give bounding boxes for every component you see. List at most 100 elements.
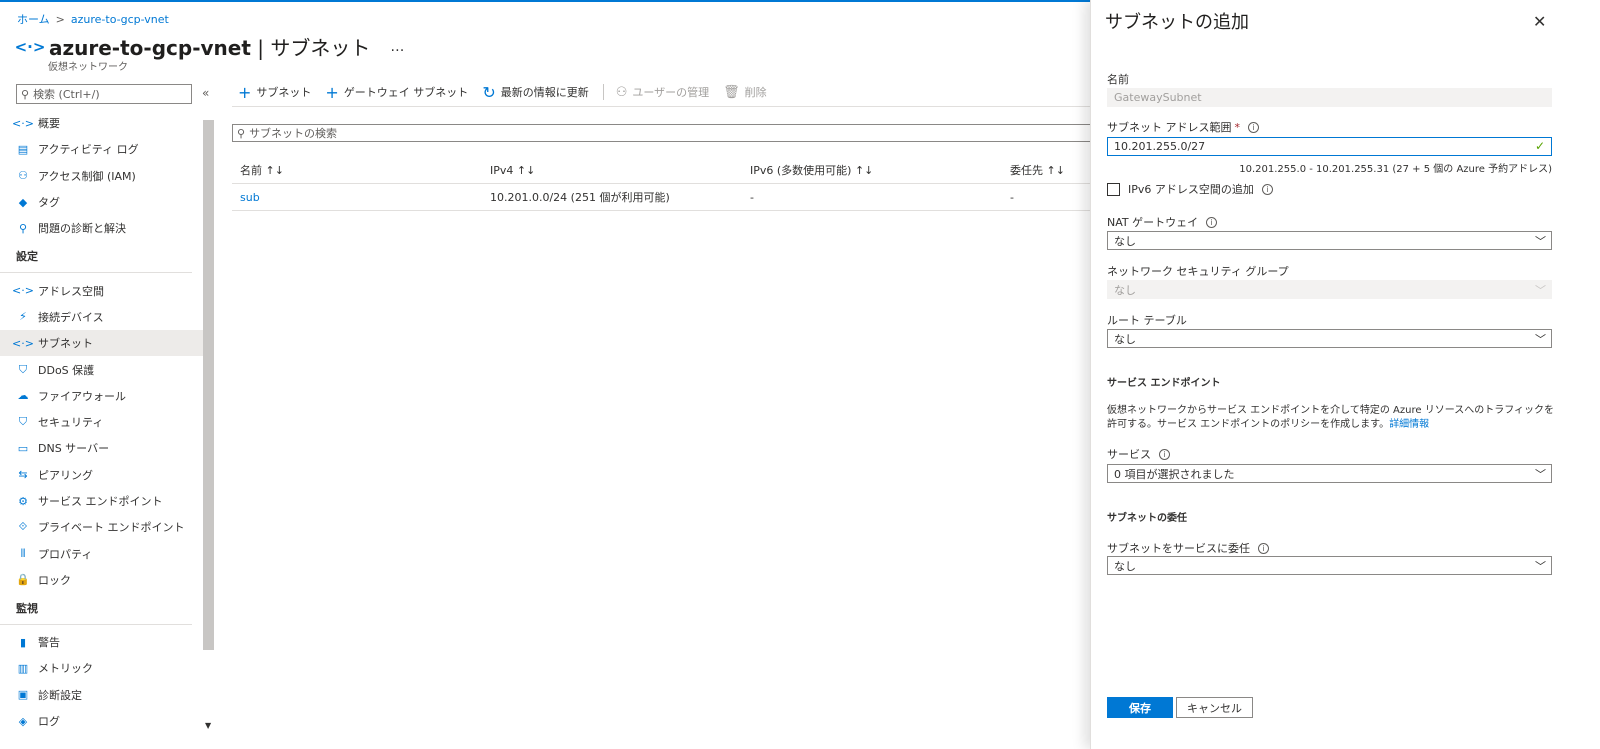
delegate-label: サブネットをサービスに委任 i xyxy=(1107,540,1269,556)
subnet-name-link[interactable]: sub xyxy=(232,191,490,204)
sidebar-item-icon: ▣ xyxy=(17,688,29,702)
sidebar-item-label: 警告 xyxy=(38,636,60,650)
sidebar-item[interactable]: <·> アドレス空間 xyxy=(0,277,208,303)
sidebar-item[interactable]: ☁ ファイアウォール xyxy=(0,383,208,409)
sidebar-item-icon: ⇆ xyxy=(18,468,28,482)
sidebar-scrollbar[interactable] xyxy=(203,120,214,650)
sidebar-item-label: セキュリティ xyxy=(38,416,104,430)
ipv6-checkbox-row[interactable]: IPv6 アドレス空間の追加 i xyxy=(1107,181,1273,197)
ipv6-checkbox-label: IPv6 アドレス空間の追加 xyxy=(1128,183,1254,196)
sidebar-item[interactable]: <·> サブネット xyxy=(0,330,208,357)
sidebar-item-icon: ☁ xyxy=(17,389,29,403)
add-gateway-subnet-button[interactable]: + ゲートウェイ サブネット xyxy=(325,83,468,102)
sidebar-item-icon: ▭ xyxy=(17,441,29,455)
sidebar-item[interactable]: ⛉ DDoS 保護 xyxy=(0,356,208,382)
sidebar-item-label: ロック xyxy=(38,573,71,587)
sidebar-item[interactable]: ⇆ ピアリング xyxy=(0,462,208,488)
scroll-down-icon[interactable]: ▼ xyxy=(205,721,211,730)
close-icon[interactable]: ✕ xyxy=(1533,12,1546,31)
more-options-icon[interactable]: … xyxy=(390,39,404,55)
refresh-icon: ↻ xyxy=(482,82,496,102)
info-icon[interactable]: i xyxy=(1206,216,1218,228)
sidebar-item-icon: <·> xyxy=(12,116,34,130)
cancel-button[interactable]: キャンセル xyxy=(1176,697,1253,718)
sidebar-item[interactable]: ▭ DNS サーバー xyxy=(0,435,208,461)
save-button[interactable]: 保存 xyxy=(1107,697,1173,718)
sidebar-item[interactable]: ⛉ セキュリティ xyxy=(0,409,208,435)
sidebar-section-monitor: 監視 xyxy=(0,593,192,626)
nat-gateway-select[interactable]: なし ﹀ xyxy=(1107,231,1552,250)
sidebar-item-icon: <·> xyxy=(12,336,34,350)
subnet-search-input[interactable]: ⚲ サブネットの検索 xyxy=(232,124,1092,142)
required-marker: * xyxy=(1234,120,1241,134)
sidebar-item-label: アクセス制御 (IAM) xyxy=(38,169,136,183)
delete-button[interactable]: 🗑 削除 xyxy=(723,84,767,100)
sidebar-item-icon: ⟐ xyxy=(18,520,28,534)
sidebar-item[interactable]: ⚡ 接続デバイス xyxy=(0,304,208,330)
sidebar-item[interactable]: ▥ メトリック xyxy=(0,655,208,681)
breadcrumb: ホーム > azure-to-gcp-vnet xyxy=(17,11,169,27)
services-select[interactable]: 0 項目が選択されました ﹀ xyxy=(1107,464,1552,483)
subnet-search-placeholder: サブネットの検索 xyxy=(249,127,338,140)
column-ipv6[interactable]: IPv6 (多数使用可能) ↑↓ xyxy=(750,162,1010,178)
chevron-down-icon: ﹀ xyxy=(1535,284,1546,297)
sidebar-menu: <·> 概要 ▤ アクティビティ ログ ⚇ アクセス制御 (IAM) ◆ タグ ⚲ 問題の診断と解… xyxy=(0,110,208,734)
sidebar-item[interactable]: ▮ 警告 xyxy=(0,629,208,655)
delegate-select[interactable]: なし ﹀ xyxy=(1107,556,1552,575)
sidebar-item-icon: ▤ xyxy=(17,142,29,156)
search-icon: ⚲ xyxy=(21,87,30,101)
refresh-button[interactable]: ↻ 最新の情報に更新 xyxy=(482,83,588,102)
subnet-table: 名前 ↑↓ IPv4 ↑↓ IPv6 (多数使用可能) ↑↓ 委任先 ↑↓ su… xyxy=(232,157,1092,211)
column-name[interactable]: 名前 ↑↓ xyxy=(232,162,490,178)
breadcrumb-current[interactable]: azure-to-gcp-vnet xyxy=(71,13,169,26)
collapse-sidebar-icon[interactable]: « xyxy=(202,86,209,100)
table-row[interactable]: sub 10.201.0.0/24 (251 個が利用可能) - - xyxy=(232,184,1092,211)
column-ipv4[interactable]: IPv4 ↑↓ xyxy=(490,164,750,177)
sidebar-item[interactable]: ◈ ログ xyxy=(0,708,208,734)
route-table-select[interactable]: なし ﹀ xyxy=(1107,329,1552,348)
sidebar-item[interactable]: 🔒 ロック xyxy=(0,567,208,593)
command-bar: + サブネット + ゲートウェイ サブネット ↻ 最新の情報に更新 ⚇ ユーザーの管理 … xyxy=(238,82,781,102)
column-delegate[interactable]: 委任先 ↑↓ xyxy=(1010,162,1092,178)
sidebar-item-icon: ▮ xyxy=(19,635,27,649)
address-range-input[interactable]: 10.201.255.0/27 ✓ xyxy=(1107,137,1552,156)
sidebar-search-placeholder: 検索 (Ctrl+/) xyxy=(33,88,100,101)
sidebar-item-icon: ◆ xyxy=(18,195,28,209)
name-input[interactable]: GatewaySubnet xyxy=(1107,88,1552,107)
sidebar-item[interactable]: ⚙ サービス エンドポイント xyxy=(0,488,208,514)
sidebar-item-icon: ◈ xyxy=(18,714,28,728)
sidebar-item[interactable]: ⟐ プライベート エンドポイント xyxy=(0,514,208,540)
breadcrumb-home[interactable]: ホーム xyxy=(17,11,50,27)
sidebar-item[interactable]: ⚇ アクセス制御 (IAM) xyxy=(0,163,208,189)
info-icon[interactable]: i xyxy=(1261,183,1273,195)
plus-icon: + xyxy=(238,82,252,102)
sidebar-item[interactable]: ◆ タグ xyxy=(0,189,208,215)
sidebar: ⚲ 検索 (Ctrl+/) « <·> 概要 ▤ アクティビティ ログ ⚇ アクセス制御 … xyxy=(0,80,218,749)
users-icon: ⚇ xyxy=(615,84,628,100)
sidebar-item-label: 接続デバイス xyxy=(38,310,104,324)
title-separator: | xyxy=(250,36,271,60)
sidebar-item-label: DNS サーバー xyxy=(38,442,110,456)
table-header: 名前 ↑↓ IPv4 ↑↓ IPv6 (多数使用可能) ↑↓ 委任先 ↑↓ xyxy=(232,157,1092,184)
page-name: サブネット xyxy=(270,36,371,60)
info-icon[interactable]: i xyxy=(1248,121,1259,133)
nsg-select[interactable]: なし ﹀ xyxy=(1107,280,1552,299)
sidebar-item-label: アドレス空間 xyxy=(38,284,104,298)
sidebar-item[interactable]: <·> 概要 xyxy=(0,110,208,136)
sidebar-item-label: プライベート エンドポイント xyxy=(38,521,185,535)
sidebar-item[interactable]: ▤ アクティビティ ログ xyxy=(0,136,208,162)
add-subnet-button[interactable]: + サブネット xyxy=(238,83,311,102)
sidebar-search-input[interactable]: ⚲ 検索 (Ctrl+/) xyxy=(16,84,192,104)
sidebar-item[interactable]: ▣ 診断設定 xyxy=(0,682,208,708)
subnet-ipv4: 10.201.0.0/24 (251 個が利用可能) xyxy=(490,191,670,204)
learn-more-link[interactable]: 詳細情報 xyxy=(1389,419,1429,430)
info-icon[interactable]: i xyxy=(1258,542,1269,554)
sidebar-item-label: サービス エンドポイント xyxy=(38,495,163,508)
ipv6-checkbox[interactable] xyxy=(1107,182,1120,196)
route-table-label: ルート テーブル xyxy=(1107,314,1187,327)
chevron-down-icon: ﹀ xyxy=(1535,560,1546,573)
manage-users-button[interactable]: ⚇ ユーザーの管理 xyxy=(616,84,709,100)
info-icon[interactable]: i xyxy=(1159,448,1170,460)
sidebar-item[interactable]: ⫴ プロパティ xyxy=(0,540,208,566)
sidebar-item[interactable]: ⚲ 問題の診断と解決 xyxy=(0,215,208,241)
